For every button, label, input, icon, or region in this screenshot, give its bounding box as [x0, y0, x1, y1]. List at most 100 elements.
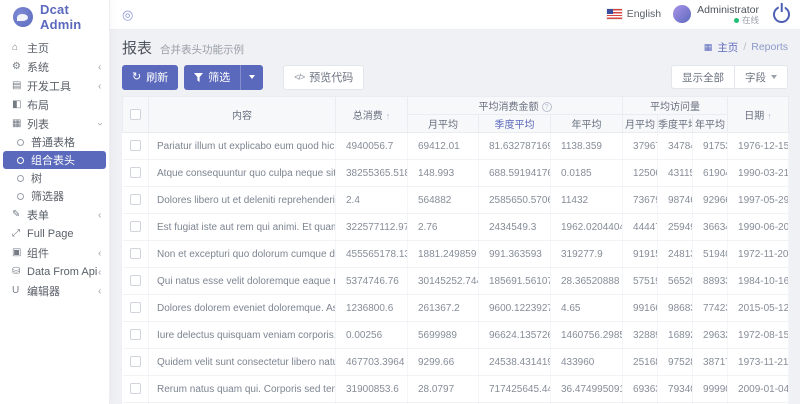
- row-checkbox[interactable]: [130, 329, 141, 340]
- chevron-down-icon: [771, 75, 777, 79]
- breadcrumb-home[interactable]: 主页: [717, 40, 738, 55]
- cell-date: 1997-05-29: [728, 187, 789, 214]
- cell-visits-year: 999905: [693, 376, 728, 403]
- table-row: Quidem velit sunt consectetur libero nat…: [123, 349, 789, 376]
- sidebar-item-combined-header[interactable]: 组合表头: [3, 151, 106, 169]
- column-header-consume-quarter[interactable]: 季度平均: [479, 115, 551, 133]
- breadcrumb-current: Reports: [751, 41, 788, 53]
- cell-consume-year: 36.4749950915: [551, 376, 623, 403]
- group-header-avg-consume: 平均消费金额?: [408, 97, 623, 115]
- table-row: Est fugiat iste aut rem qui animi. Et qu…: [123, 214, 789, 241]
- expand-icon: ⤢: [12, 228, 27, 239]
- cell-consume-year: 0.0185: [551, 160, 623, 187]
- refresh-button[interactable]: ↻ 刷新: [122, 65, 178, 90]
- sidebar-item-form[interactable]: ✎表单›: [0, 205, 109, 224]
- column-header-consume-year[interactable]: 年平均: [551, 115, 623, 133]
- us-flag-icon: [607, 9, 622, 19]
- cell-consume-year: 28.36520888: [551, 268, 623, 295]
- cell-consume-quarter: 2434549.3: [479, 214, 551, 241]
- brand[interactable]: Dcat Admin: [0, 0, 109, 34]
- database-icon: ⛁: [12, 266, 27, 277]
- sidebar-item-lists[interactable]: ▦列表›: [0, 114, 109, 133]
- sidebar-item-selector[interactable]: 筛选器: [3, 187, 106, 205]
- cell-date: 2009-01-04: [728, 376, 789, 403]
- sidebar-item-system[interactable]: ⚙系统›: [0, 57, 109, 76]
- preview-code-button[interactable]: </> 预览代码: [283, 65, 364, 90]
- cell-consume-quarter: 81.632787169: [479, 133, 551, 160]
- cell-consume-month: 5699989: [408, 322, 479, 349]
- sidebar-toggle-icon[interactable]: ◎: [122, 8, 133, 21]
- sidebar-menu: ⌂主页⚙系统›▤开发工具›◧布局▦列表›普通表格组合表头树筛选器✎表单›⤢Ful…: [0, 34, 109, 300]
- power-icon[interactable]: [773, 6, 790, 23]
- column-header-visits-month[interactable]: 月平均: [623, 115, 658, 133]
- row-checkbox[interactable]: [130, 302, 141, 313]
- fields-dropdown-button[interactable]: 字段: [734, 65, 788, 89]
- column-header-visits-year[interactable]: 年平均: [693, 115, 728, 133]
- brand-name: Dcat Admin: [40, 2, 109, 32]
- sidebar-item-dev-tools[interactable]: ▤开发工具›: [0, 76, 109, 95]
- cell-consume-year: 4.65: [551, 295, 623, 322]
- language-selector[interactable]: English: [607, 8, 661, 20]
- sidebar-item-normal-table[interactable]: 普通表格: [3, 133, 106, 151]
- column-header-date[interactable]: 日期↑: [728, 97, 789, 133]
- cell-visits-quarter: 975282: [658, 349, 693, 376]
- cell-date: 1990-03-21: [728, 160, 789, 187]
- cell-consume-month: 2.76: [408, 214, 479, 241]
- cell-consume-month: 30145252.744946: [408, 268, 479, 295]
- row-checkbox[interactable]: [130, 194, 141, 205]
- cell-date: 1976-12-15: [728, 133, 789, 160]
- row-checkbox[interactable]: [130, 383, 141, 394]
- sidebar-item-components[interactable]: ▣组件›: [0, 243, 109, 262]
- column-header-consume-month[interactable]: 月平均: [408, 115, 479, 133]
- row-checkbox[interactable]: [130, 140, 141, 151]
- user-menu[interactable]: Administrator 在线: [673, 4, 759, 26]
- breadcrumb: ▦ 主页 / Reports: [704, 40, 788, 55]
- header-group-row: 内容 总消费↑ 平均消费金额? 平均访问量 日期↑: [123, 97, 789, 115]
- chevron-left-icon: ›: [98, 286, 101, 296]
- chevron-left-icon: ›: [98, 210, 101, 220]
- cell-visits-month: 575190: [623, 268, 658, 295]
- app-window: Dcat Admin ⌂主页⚙系统›▤开发工具›◧布局▦列表›普通表格组合表头树…: [0, 0, 800, 404]
- chevron-down-icon: [249, 75, 255, 79]
- online-dot-icon: [734, 18, 739, 23]
- row-checkbox[interactable]: [130, 167, 141, 178]
- sidebar-item-full-page[interactable]: ⤢Full Page: [0, 224, 109, 243]
- cell-consume-quarter: 96624.1357264: [479, 322, 551, 349]
- row-checkbox[interactable]: [130, 248, 141, 259]
- sidebar-item-data-from-api[interactable]: ⛁Data From Api›: [0, 262, 109, 281]
- chevron-down-icon: ›: [94, 122, 104, 125]
- row-checkbox[interactable]: [130, 221, 141, 232]
- cell-content: Pariatur illum ut explicabo eum quod hic…: [149, 133, 336, 160]
- column-header-visits-quarter[interactable]: 季度平均: [658, 115, 693, 133]
- user-avatar: [673, 5, 691, 23]
- table-icon: ▦: [12, 118, 27, 129]
- table-row: Atque consequuntur quo culpa neque sit i…: [123, 160, 789, 187]
- cell-visits-year: 917537: [693, 133, 728, 160]
- cell-total: 31900853.6: [336, 376, 408, 403]
- cell-date: 1990-06-20: [728, 214, 789, 241]
- sidebar-item-tree[interactable]: 树: [3, 169, 106, 187]
- row-checkbox[interactable]: [130, 275, 141, 286]
- sort-asc-icon: ↑: [386, 111, 391, 121]
- column-header-total[interactable]: 总消费↑: [336, 97, 408, 133]
- sidebar-item-editor[interactable]: U编辑器›: [0, 281, 109, 300]
- show-all-button[interactable]: 显示全部: [671, 65, 734, 89]
- toolbar: ↻ 刷新 筛选 </> 预览代码 显示全部: [122, 64, 788, 90]
- sidebar-item-layout[interactable]: ◧布局: [0, 95, 109, 114]
- table-row: Dolores libero ut et deleniti reprehende…: [123, 187, 789, 214]
- cell-content: Non et excepturi quo dolorum cumque dolo…: [149, 241, 336, 268]
- home-icon: ▦: [704, 42, 713, 53]
- chevron-left-icon: ›: [98, 62, 101, 72]
- filter-button[interactable]: 筛选: [184, 65, 263, 90]
- report-table: 内容 总消费↑ 平均消费金额? 平均访问量 日期↑ 月平均 季度平均 年平均 月…: [122, 96, 789, 404]
- cell-consume-quarter: 185691.561077: [479, 268, 551, 295]
- filter-dropdown-toggle[interactable]: [240, 65, 263, 90]
- cell-visits-quarter: 565201: [658, 268, 693, 295]
- select-all-checkbox[interactable]: [130, 109, 141, 120]
- row-checkbox[interactable]: [130, 356, 141, 367]
- cell-content: Iure delectus quisquam veniam corporis. …: [149, 322, 336, 349]
- circle-icon: [17, 157, 24, 164]
- layout-icon: ◧: [12, 99, 27, 110]
- cell-consume-year: 1962.0204404: [551, 214, 623, 241]
- sidebar-item-home[interactable]: ⌂主页: [0, 38, 109, 57]
